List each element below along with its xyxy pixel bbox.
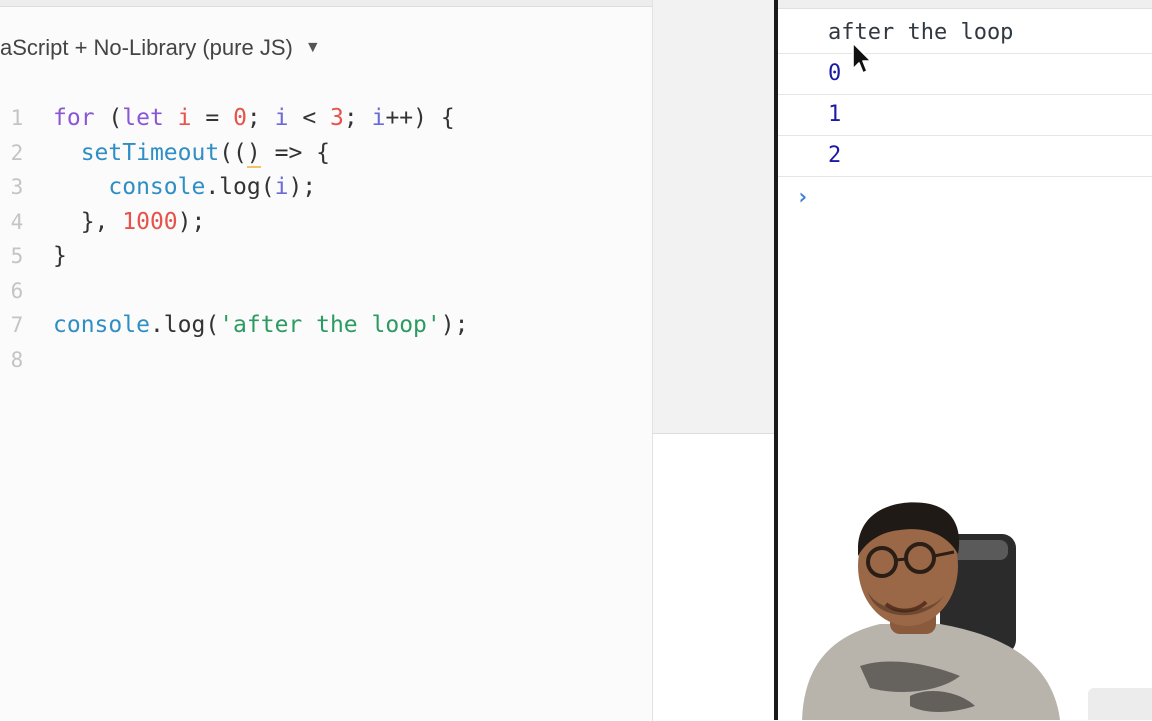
- code-line[interactable]: 5}: [0, 239, 652, 274]
- code-token: .log(: [205, 174, 275, 200]
- console-output-row: 0: [778, 53, 1152, 95]
- code-token: ((: [219, 139, 247, 166]
- code-token: =: [191, 105, 234, 131]
- language-label: aScript + No-Library (pure JS): [0, 35, 293, 60]
- code-token: console: [53, 312, 150, 338]
- webcam-presenter-image: [802, 502, 1060, 720]
- code-editor-pane[interactable]: aScript + No-Library (pure JS) ▼ 1 for (l…: [0, 0, 652, 720]
- code-text: for (let i = 0; i < 3; i++) {: [53, 101, 455, 136]
- code-token: .log(: [149, 312, 220, 338]
- code-line[interactable]: 8: [0, 343, 652, 378]
- line-number: 2: [10, 140, 24, 165]
- code-text: }, 1000);: [53, 205, 206, 240]
- code-token: i: [274, 174, 289, 200]
- code-token: 'after the loop': [219, 312, 441, 338]
- line-number: 5: [10, 244, 24, 268]
- triangle-down-icon: ▼: [304, 39, 321, 56]
- line-number: 7: [10, 313, 24, 337]
- code-token: i: [371, 105, 386, 131]
- code-token: (: [94, 105, 123, 131]
- code-line[interactable]: 4 }, 1000);: [0, 205, 652, 240]
- code-area[interactable]: 1 for (let i = 0; i < 3; i++) {2 setTimeo…: [0, 101, 652, 377]
- code-token: let: [122, 105, 164, 131]
- console-output-row: after the loop: [778, 12, 1152, 54]
- code-token: <: [288, 105, 331, 131]
- console-top-border: [778, 0, 1152, 9]
- code-token: ): [246, 139, 261, 168]
- mouse-pointer-icon: [852, 42, 872, 74]
- code-line[interactable]: 6: [0, 274, 652, 309]
- line-number: 3: [10, 175, 24, 199]
- line-number: 6: [10, 278, 24, 303]
- code-token: setTimeout: [80, 139, 220, 166]
- code-token: );: [177, 208, 206, 235]
- code-line[interactable]: 2 setTimeout(() => {: [0, 136, 652, 171]
- line-number: 1: [10, 106, 24, 130]
- console-output-number: 0: [828, 61, 842, 86]
- code-token: },: [53, 208, 123, 235]
- code-token: ;: [246, 105, 275, 131]
- code-text: console.log('after the loop');: [53, 308, 468, 343]
- editor-side-panel: [652, 0, 775, 433]
- code-token: 3: [330, 105, 344, 131]
- console-output-number: 1: [828, 102, 842, 127]
- code-token: ++) {: [385, 105, 455, 131]
- console-output-number: 2: [828, 143, 842, 168]
- code-token: console: [108, 174, 206, 200]
- code-token: );: [288, 174, 317, 200]
- code-line[interactable]: 1 for (let i = 0; i < 3; i++) {: [0, 101, 652, 136]
- overlay-corner: [1088, 688, 1152, 720]
- code-token: );: [440, 312, 469, 338]
- code-token: 0: [233, 105, 247, 131]
- code-token: => {: [260, 139, 330, 166]
- code-token: ;: [343, 105, 372, 131]
- code-text: console.log(i);: [53, 170, 316, 205]
- code-token: for: [53, 105, 95, 131]
- line-number: 8: [10, 347, 24, 372]
- code-token: 1000: [122, 208, 178, 235]
- console-prompt-icon[interactable]: ›: [796, 185, 809, 210]
- code-token: i: [274, 105, 289, 131]
- editor-top-border: [0, 0, 652, 7]
- code-text: }: [53, 239, 67, 274]
- language-selector[interactable]: aScript + No-Library (pure JS) ▼: [0, 34, 321, 62]
- code-line[interactable]: 3 console.log(i);: [0, 170, 652, 205]
- code-text: setTimeout(() => {: [53, 136, 330, 171]
- console-output-row: 1: [778, 94, 1152, 136]
- code-line[interactable]: 7 console.log('after the loop');: [0, 308, 652, 343]
- code-token: i: [177, 105, 192, 131]
- line-number: 4: [10, 209, 24, 234]
- console-output-row: 2: [778, 135, 1152, 177]
- editor-side-panel-lower: [652, 433, 775, 721]
- code-token: }: [53, 243, 67, 269]
